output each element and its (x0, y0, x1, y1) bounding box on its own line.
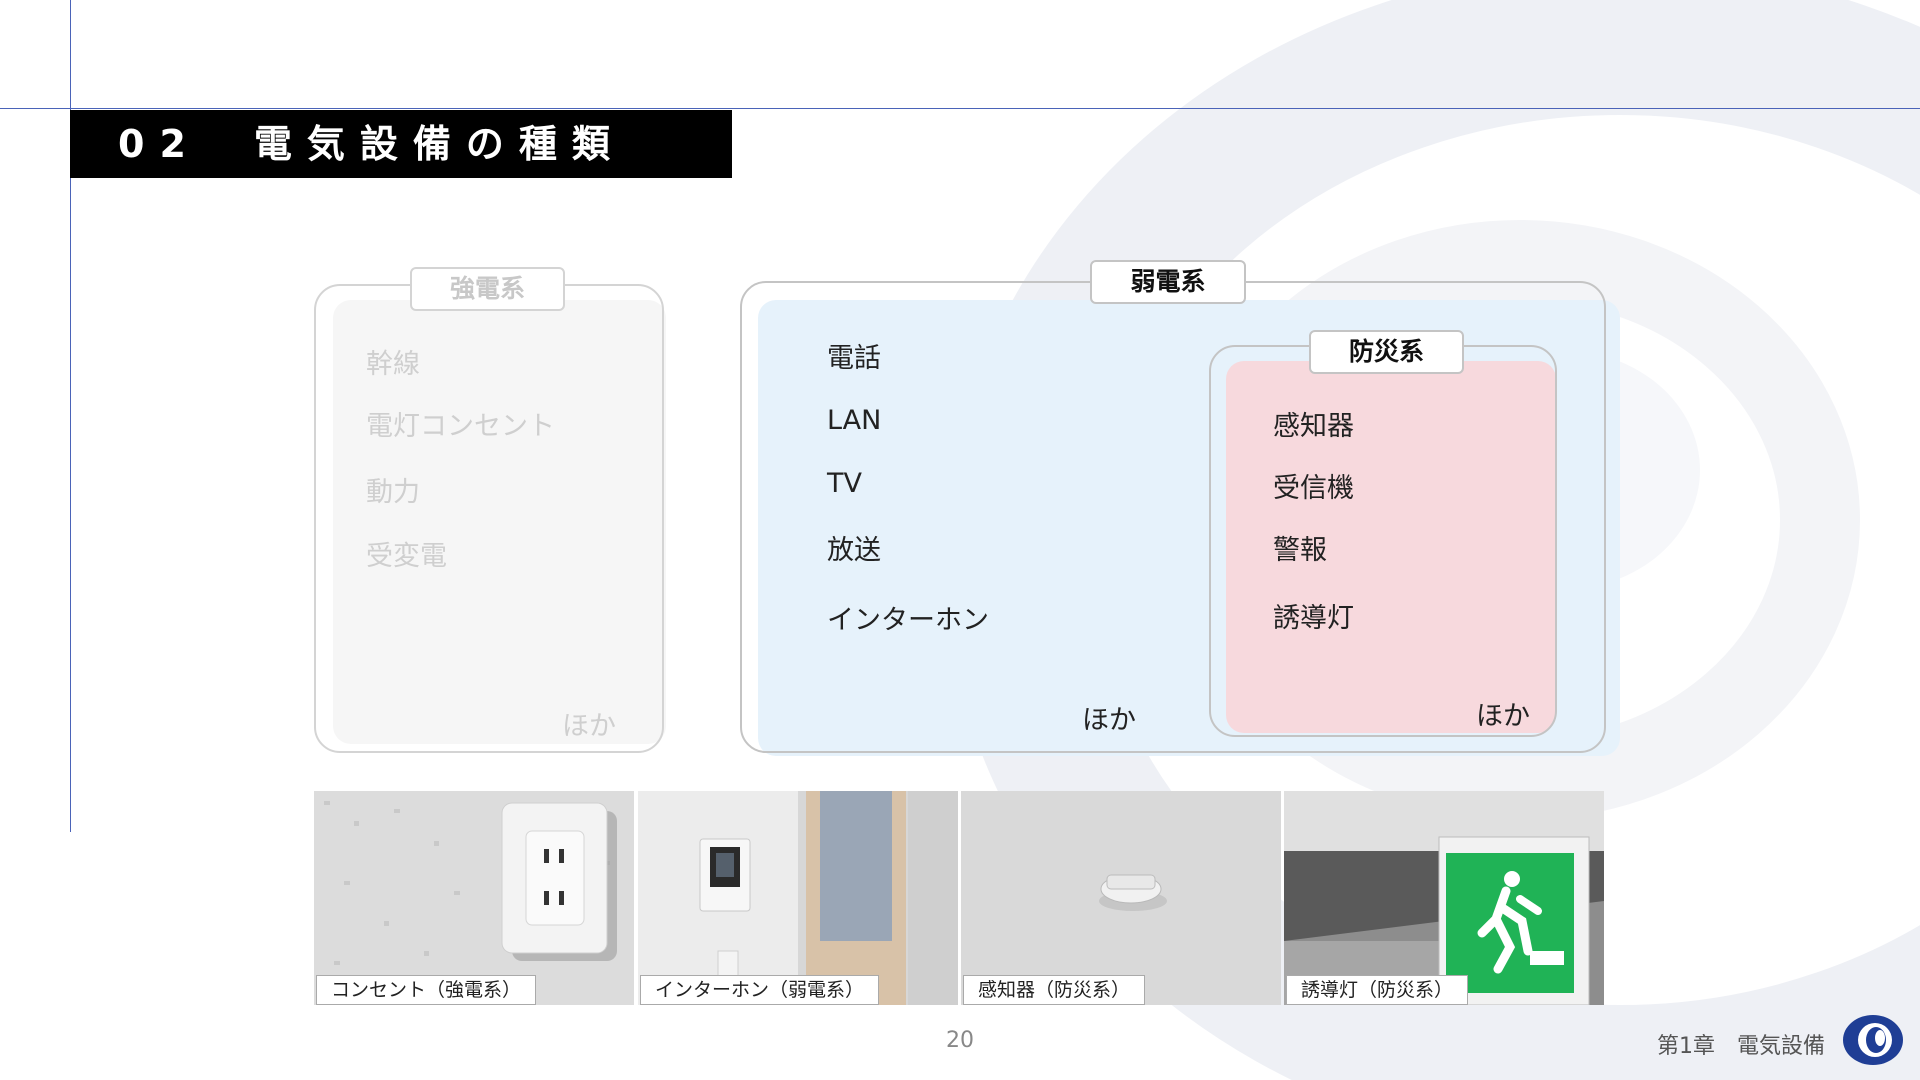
strong-item: 幹線 (366, 349, 420, 380)
weak-item: 電話 (827, 343, 881, 374)
weak-other: ほか (1082, 705, 1136, 736)
photo-caption: 感知器（防災系） (963, 975, 1146, 1005)
weak-current-tag: 弱電系 (1090, 260, 1246, 304)
strong-item: 電灯コンセント (366, 411, 555, 442)
weak-item: 放送 (827, 535, 881, 566)
chapter-label: 第1章 電気設備 (1657, 1034, 1825, 1059)
photo-caption: インターホン（弱電系） (640, 975, 880, 1005)
disaster-item: 警報 (1273, 535, 1327, 566)
photo-smoke-detector: 感知器（防災系） (961, 791, 1281, 1005)
strong-item: 受変電 (366, 541, 447, 572)
weak-item: TV (827, 468, 862, 499)
page-number: 20 (946, 1028, 974, 1053)
disaster-other: ほか (1476, 701, 1530, 732)
disaster-item: 受信機 (1273, 473, 1354, 504)
disaster-item: 感知器 (1273, 411, 1354, 442)
weak-item: インターホン (827, 605, 989, 636)
slide-title: 02 電気設備の種類 (70, 110, 732, 178)
strong-other: ほか (562, 711, 616, 742)
photo-caption: コンセント（強電系） (316, 975, 537, 1005)
strong-item: 動力 (366, 477, 420, 508)
disaster-item: 誘導灯 (1273, 603, 1354, 634)
photo-outlet: コンセント（強電系） (314, 791, 634, 1005)
photo-exit-sign: 誘導灯（防災系） (1284, 791, 1604, 1005)
top-guide-line (0, 108, 1920, 109)
company-logo-icon (1843, 1015, 1903, 1065)
disaster-prevention-tag: 防災系 (1309, 330, 1464, 374)
photo-caption: 誘導灯（防災系） (1286, 975, 1469, 1005)
disaster-prevention-panel (1209, 345, 1557, 737)
photo-intercom: インターホン（弱電系） (638, 791, 958, 1005)
weak-item: LAN (827, 405, 882, 436)
strong-current-tag: 強電系 (410, 267, 565, 311)
